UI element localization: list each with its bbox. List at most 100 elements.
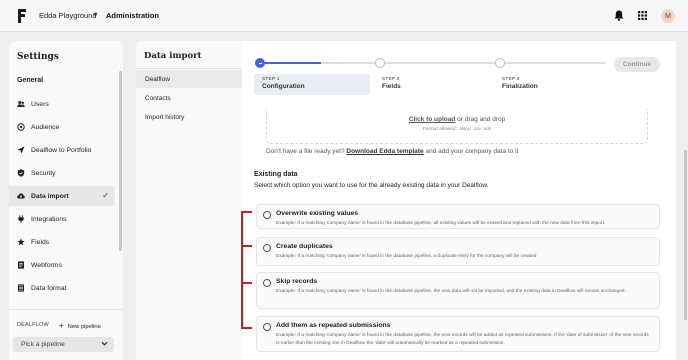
divider <box>136 68 242 69</box>
nav-item-dealflow[interactable]: Dealflow <box>136 70 242 88</box>
divider <box>9 309 123 310</box>
page-section-title: Administration <box>106 11 159 20</box>
radio-create-duplicates[interactable] <box>263 244 271 252</box>
template-prefix: Don't have a file ready yet? <box>266 148 347 155</box>
sidebar-item-label: Data import <box>31 192 69 200</box>
sidebar-item-label: Fields <box>31 238 50 246</box>
import-main-panel: STEP 1 Configuration STEP 2 Fields STEP … <box>242 41 676 360</box>
plus-icon: + <box>59 321 64 330</box>
top-bar: Edda Playground ▼ Administration M <box>0 0 688 32</box>
existing-data-subtitle: Select which option you want to use for … <box>254 182 489 189</box>
sidebar-item-users[interactable]: Users <box>9 94 115 114</box>
step-1[interactable]: STEP 1 Configuration <box>254 74 370 95</box>
dealflow-section-label: DEALFLOW <box>17 322 49 328</box>
sidebar-item-label: Dealflow to Portfolio <box>31 146 92 154</box>
step-3-indicator <box>495 58 505 68</box>
option-description: Example: If a matching 'company name' is… <box>276 221 606 226</box>
sidebar-item-label: Security <box>31 169 56 177</box>
option-description: Example: If a matching 'company name' is… <box>276 289 626 294</box>
option-description: Example: If a matching 'company name' is… <box>276 254 537 259</box>
user-avatar[interactable]: M <box>661 9 675 23</box>
radio-skip-records[interactable] <box>263 279 271 287</box>
stepper-progress <box>265 62 321 64</box>
sidebar-item-integrations[interactable]: Integrations <box>9 209 115 229</box>
step-number: STEP 1 <box>262 77 280 82</box>
settings-sidebar: Settings General Users Audience Dealflow… <box>9 41 123 360</box>
step-title: Fields <box>382 83 401 90</box>
sidebar-item-data-import[interactable]: Data import ✓ <box>9 186 115 206</box>
new-pipeline-button[interactable]: + New pipeline <box>59 321 101 330</box>
sidebar-item-label: Webforms <box>31 261 62 269</box>
step-number: STEP 3 <box>502 77 520 82</box>
chevron-down-icon <box>101 340 108 349</box>
step-1-indicator <box>255 58 265 68</box>
option-description: Example: If a matching 'company name' is… <box>276 333 649 346</box>
option-title: Overwrite existing values <box>276 210 358 217</box>
step-2[interactable]: STEP 2 Fields <box>374 74 484 95</box>
sidebar-scrollbar[interactable] <box>119 71 122 251</box>
pick-pipeline-select[interactable]: Pick a pipeline <box>13 337 114 352</box>
nav-item-contacts[interactable]: Contacts <box>136 89 242 107</box>
step-number: STEP 2 <box>382 77 400 82</box>
upload-formats: Format allowed: .xls(x) .csv .ods <box>422 127 492 132</box>
settings-group-general: General <box>17 77 44 84</box>
option-title: Add them as repeated submissions <box>276 322 391 329</box>
radio-overwrite[interactable] <box>263 211 271 219</box>
sidebar-item-label: Integrations <box>31 215 67 223</box>
sidebar-item-label: Data format <box>31 284 67 292</box>
option-title: Skip records <box>276 278 318 285</box>
cloud-upload-icon <box>17 192 25 200</box>
step-2-indicator <box>375 58 385 68</box>
bell-icon[interactable] <box>614 10 624 21</box>
audience-icon <box>17 123 25 131</box>
option-create-duplicates[interactable]: Create duplicates Example: If a matching… <box>256 237 660 266</box>
data-import-nav: Data import Dealflow Contacts Import his… <box>136 41 242 360</box>
option-repeated-submissions[interactable]: Add them as repeated submissions Example… <box>256 316 660 352</box>
data-format-icon <box>17 284 25 292</box>
sidebar-item-label: Users <box>31 100 49 108</box>
template-hint: Don't have a file ready yet? Download Ed… <box>266 148 518 155</box>
pick-pipeline-value: Pick a pipeline <box>21 341 65 348</box>
continue-button[interactable]: Continue <box>614 57 660 72</box>
data-import-title: Data import <box>144 51 202 61</box>
stepper-line <box>505 62 605 64</box>
step-title: Finalization <box>502 83 538 90</box>
apps-grid-icon[interactable] <box>638 11 647 20</box>
sidebar-item-dealflow-to-portfolio[interactable]: Dealflow to Portfolio <box>9 140 115 160</box>
webforms-icon <box>17 261 25 269</box>
main-scrollbar[interactable] <box>684 150 687 320</box>
sidebar-item-webforms[interactable]: Webforms <box>9 255 115 275</box>
stepper-line <box>321 62 375 64</box>
stepper-line <box>385 62 495 64</box>
users-icon <box>17 100 25 108</box>
checkmark-icon: ✓ <box>102 191 109 200</box>
sidebar-item-label: Audience <box>31 123 60 131</box>
star-icon <box>17 238 25 246</box>
edda-logo-icon[interactable] <box>17 9 27 23</box>
upload-rest-text: or drag and drop <box>455 116 506 123</box>
option-title: Create duplicates <box>276 243 333 250</box>
new-pipeline-label: New pipeline <box>67 324 101 330</box>
workspace-chevron-down-icon[interactable]: ▼ <box>92 12 99 19</box>
sidebar-item-security[interactable]: Security <box>9 163 115 183</box>
send-icon <box>17 146 25 154</box>
option-skip-records[interactable]: Skip records Example: If a matching 'com… <box>256 272 660 309</box>
workspace-name[interactable]: Edda Playground <box>39 11 97 20</box>
sidebar-item-fields[interactable]: Fields <box>9 232 115 252</box>
click-to-upload-link[interactable]: Click to upload <box>409 116 456 123</box>
step-3[interactable]: STEP 3 Finalization <box>494 74 604 95</box>
nav-item-import-history[interactable]: Import history <box>136 108 242 126</box>
radio-repeated-submissions[interactable] <box>263 323 271 331</box>
sidebar-item-audience[interactable]: Audience <box>9 117 115 137</box>
option-overwrite[interactable]: Overwrite existing values Example: If a … <box>256 204 660 229</box>
plug-icon <box>17 215 25 223</box>
existing-data-title: Existing data <box>254 171 298 178</box>
step-title: Configuration <box>262 83 305 90</box>
sidebar-item-data-format[interactable]: Data format <box>9 278 115 298</box>
shield-icon <box>17 169 25 177</box>
download-template-link[interactable]: Download Edda template <box>346 148 423 155</box>
upload-instructions: Click to upload or drag and drop <box>267 116 647 123</box>
template-suffix: and add your company data to it <box>423 148 519 155</box>
settings-title: Settings <box>17 52 59 62</box>
file-upload-dropzone[interactable]: Click to upload or drag and drop Format … <box>266 109 648 144</box>
